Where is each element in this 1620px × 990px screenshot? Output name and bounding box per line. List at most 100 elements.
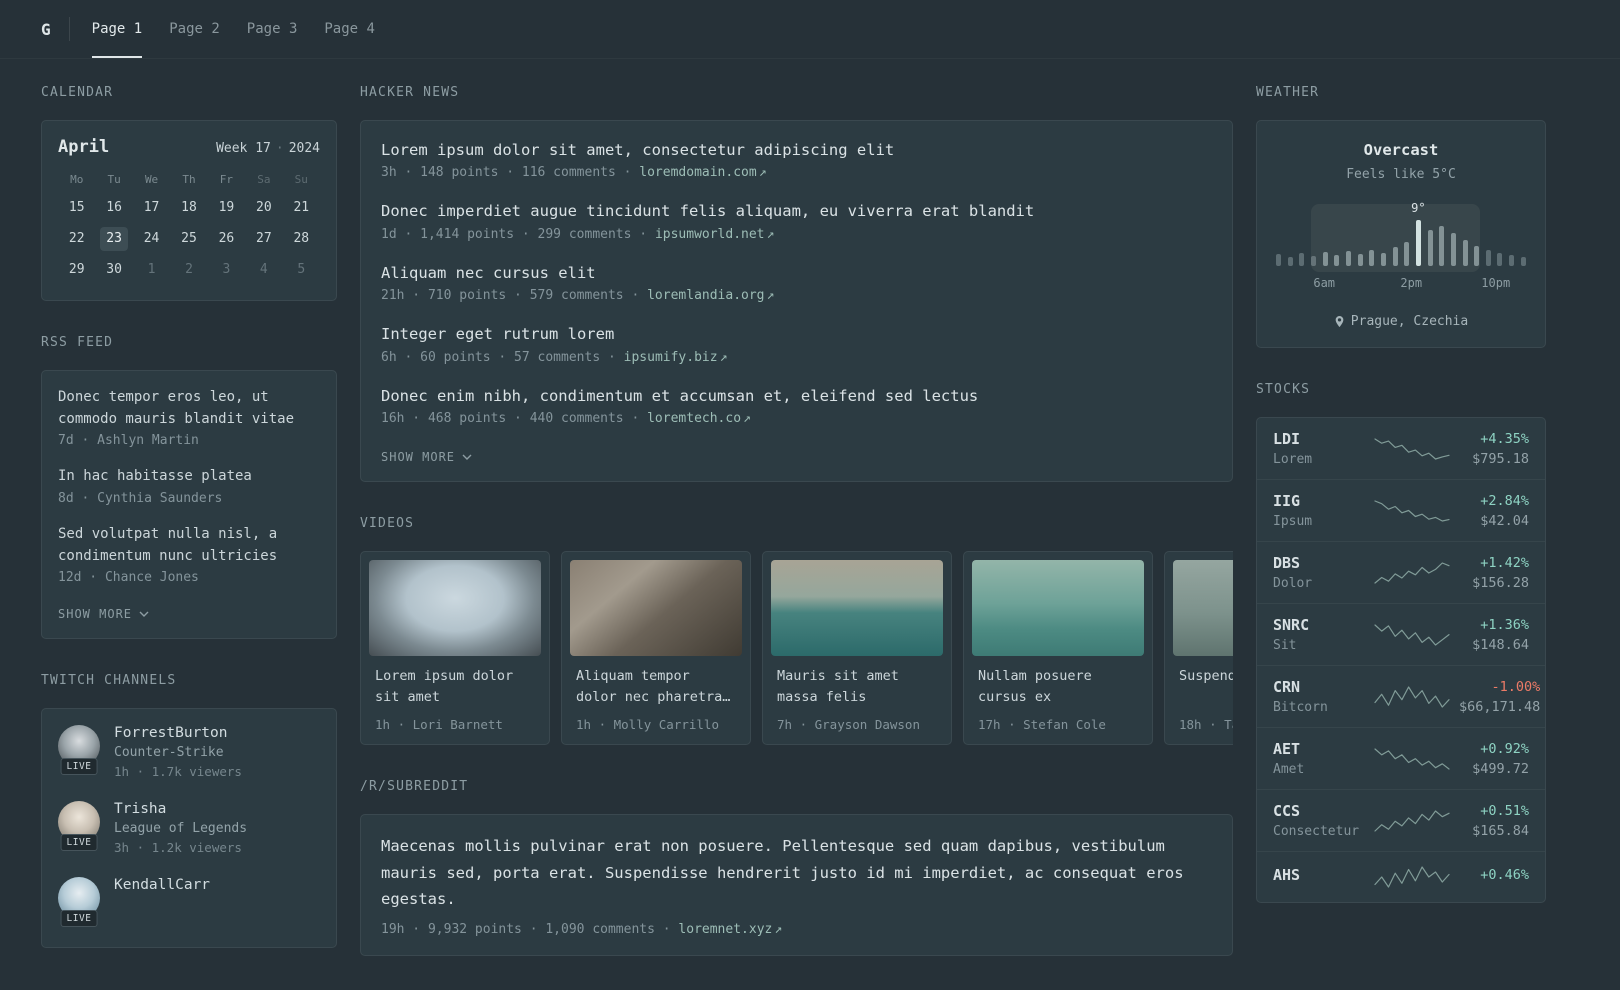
live-badge: LIVE xyxy=(60,834,98,852)
rss-item-meta: 12d · Chance Jones xyxy=(58,570,199,586)
page-tab[interactable]: Page 4 xyxy=(324,0,375,58)
video-thumbnail[interactable] xyxy=(369,560,541,657)
channel-meta: 3h · 1.2k viewers xyxy=(114,840,242,856)
hackernews-section-title: HACKER NEWS xyxy=(360,85,460,100)
avatar-wrapper: LIVE xyxy=(58,877,100,928)
stock-name: Dolor xyxy=(1273,576,1313,591)
rss-item-title[interactable]: Donec tempor eros leo, ut commodo mauris… xyxy=(58,387,320,430)
rss-item-title[interactable]: In hac habitasse platea xyxy=(58,466,320,488)
stock-price: $156.28 xyxy=(1472,574,1529,591)
video-title[interactable]: Mauris sit amet massa felis xyxy=(777,666,937,708)
calendar-day-headers: Mo Tu We Th Fr Sa Su xyxy=(58,173,320,186)
hn-item-title[interactable]: Integer eget rutrum lorem xyxy=(381,323,1212,345)
weather-feels-like: Feels like 5°C xyxy=(1346,167,1456,182)
page-tab[interactable]: Page 3 xyxy=(247,0,298,58)
calendar-day-header: Sa xyxy=(257,173,271,186)
weather-bar xyxy=(1357,254,1363,266)
rss-item[interactable]: Donec tempor eros leo, ut commodo mauris… xyxy=(58,387,320,448)
twitch-channel[interactable]: LIVE ForrestBurton Counter-Strike 1h · 1… xyxy=(58,725,320,779)
rss-show-more-button[interactable]: SHOW MORE xyxy=(58,607,149,621)
stock-row[interactable]: AHS +0.46% xyxy=(1257,851,1545,902)
stock-row[interactable]: CCS Consectetur +0.51% $165.84 xyxy=(1257,789,1545,851)
video-title[interactable]: Suspendisse diam xyxy=(1179,666,1233,708)
hn-source-link[interactable]: loremdomain.com xyxy=(639,165,756,180)
video-title[interactable]: Nullam posuere cursus ex xyxy=(978,666,1138,708)
hn-item-title[interactable]: Aliquam nec cursus elit xyxy=(381,262,1212,284)
video-card[interactable]: Mauris sit amet massa felis 7h · Grayson… xyxy=(762,551,952,746)
hackernews-list: Lorem ipsum dolor sit amet, consectetur … xyxy=(381,139,1212,426)
rss-list: Donec tempor eros leo, ut commodo mauris… xyxy=(58,387,320,585)
channel-name[interactable]: Trisha xyxy=(114,801,247,817)
video-thumbnail[interactable] xyxy=(972,560,1144,657)
calendar-day: 1 xyxy=(147,262,156,277)
hn-item-title[interactable]: Donec imperdiet augue tincidunt felis al… xyxy=(381,200,1212,222)
hn-source-link[interactable]: ipsumworld.net xyxy=(655,227,765,242)
stock-values: +2.84% $42.04 xyxy=(1459,493,1529,529)
stock-sparkline xyxy=(1374,685,1450,708)
hn-source-link[interactable]: loremtech.co xyxy=(647,411,741,426)
channel-info: ForrestBurton Counter-Strike 1h · 1.7k v… xyxy=(114,725,242,779)
hn-source-link[interactable]: ipsumify.biz xyxy=(624,350,718,365)
stock-price: $148.64 xyxy=(1472,636,1529,653)
weather-bar xyxy=(1520,257,1526,266)
stock-row[interactable]: IIG Ipsum +2.84% $42.04 xyxy=(1257,479,1545,541)
video-thumbnail[interactable] xyxy=(771,560,943,657)
reddit-source-link[interactable]: loremnet.xyz xyxy=(678,922,772,937)
video-card[interactable]: Aliquam tempor dolor nec pharetra… 1h · … xyxy=(561,551,751,746)
rss-item[interactable]: Sed volutpat nulla nisl, a condimentum n… xyxy=(58,524,320,585)
stock-identity: CCS Consectetur xyxy=(1273,802,1365,839)
page-tab[interactable]: Page 2 xyxy=(169,0,220,58)
stock-name: Bitcorn xyxy=(1273,700,1328,715)
calendar-day: 25 xyxy=(181,231,197,246)
hackernews-widget: Lorem ipsum dolor sit amet, consectetur … xyxy=(360,120,1233,483)
channel-category[interactable]: Counter-Strike xyxy=(114,745,242,760)
subreddit-section-title: /R/SUBREDDIT xyxy=(360,779,469,795)
stock-row[interactable]: LDI Lorem +4.35% $795.18 xyxy=(1257,418,1545,479)
weather-bar xyxy=(1427,230,1433,266)
page-tab[interactable]: Page 1 xyxy=(91,0,142,58)
video-thumbnail[interactable] xyxy=(570,560,742,657)
stock-identity: AHS xyxy=(1273,866,1365,888)
hn-source-link[interactable]: loremlandia.org xyxy=(647,288,764,303)
video-title[interactable]: Lorem ipsum dolor sit amet consectetu… xyxy=(375,666,535,708)
channel-name[interactable]: ForrestBurton xyxy=(114,725,242,741)
stock-row[interactable]: CRN Bitcorn -1.00% $66,171.48 xyxy=(1257,665,1545,727)
video-card[interactable]: Lorem ipsum dolor sit amet consectetu… 1… xyxy=(360,551,550,746)
stock-change: +0.46% xyxy=(1480,867,1529,883)
show-more-label: SHOW MORE xyxy=(58,607,133,622)
calendar-day-header: We xyxy=(144,173,159,186)
weather-bar xyxy=(1392,247,1398,266)
stock-sparkline xyxy=(1374,437,1450,460)
twitch-channel[interactable]: LIVE Trisha League of Legends 3h · 1.2k … xyxy=(58,801,320,855)
external-link-icon: ↗ xyxy=(766,288,775,304)
rss-item[interactable]: In hac habitasse platea 8d · Cynthia Sau… xyxy=(58,466,320,506)
hn-item-title[interactable]: Donec enim nibh, condimentum et accumsan… xyxy=(381,385,1212,407)
twitch-channel[interactable]: LIVE KendallCarr xyxy=(58,877,320,928)
stock-values: +4.35% $795.18 xyxy=(1459,431,1529,467)
weather-bar xyxy=(1310,256,1316,266)
video-thumbnail[interactable] xyxy=(1173,560,1233,657)
weather-bar xyxy=(1474,246,1480,266)
hn-meta-text: 6h · 60 points · 57 comments · xyxy=(381,349,624,365)
rss-widget: Donec tempor eros leo, ut commodo mauris… xyxy=(41,370,337,640)
stock-row[interactable]: AET Amet +0.92% $499.72 xyxy=(1257,727,1545,789)
stock-row[interactable]: SNRC Sit +1.36% $148.64 xyxy=(1257,603,1545,665)
hn-item-title[interactable]: Lorem ipsum dolor sit amet, consectetur … xyxy=(381,139,1212,161)
stock-row[interactable]: DBS Dolor +1.42% $156.28 xyxy=(1257,541,1545,603)
stock-price: $499.72 xyxy=(1472,760,1529,777)
video-card[interactable]: Suspendisse diam 18h · Tara xyxy=(1164,551,1233,746)
channel-category[interactable]: League of Legends xyxy=(114,821,247,836)
hn-show-more-button[interactable]: SHOW MORE xyxy=(381,450,472,464)
weather-bar xyxy=(1334,255,1340,266)
stock-values: +0.46% xyxy=(1459,867,1529,887)
channel-name[interactable]: KendallCarr xyxy=(114,877,210,893)
rss-item-title[interactable]: Sed volutpat nulla nisl, a condimentum n… xyxy=(58,524,320,567)
app-logo[interactable]: G xyxy=(41,0,51,58)
stock-values: +0.92% $499.72 xyxy=(1459,741,1529,777)
channel-info: Trisha League of Legends 3h · 1.2k viewe… xyxy=(114,801,247,855)
reddit-post-title[interactable]: Maecenas mollis pulvinar erat non posuer… xyxy=(381,833,1212,912)
video-card[interactable]: Nullam posuere cursus ex 17h · Stefan Co… xyxy=(963,551,1153,746)
stock-sparkline xyxy=(1374,747,1450,770)
video-title[interactable]: Aliquam tempor dolor nec pharetra… xyxy=(576,666,736,708)
hn-item: Donec enim nibh, condimentum et accumsan… xyxy=(381,385,1212,426)
